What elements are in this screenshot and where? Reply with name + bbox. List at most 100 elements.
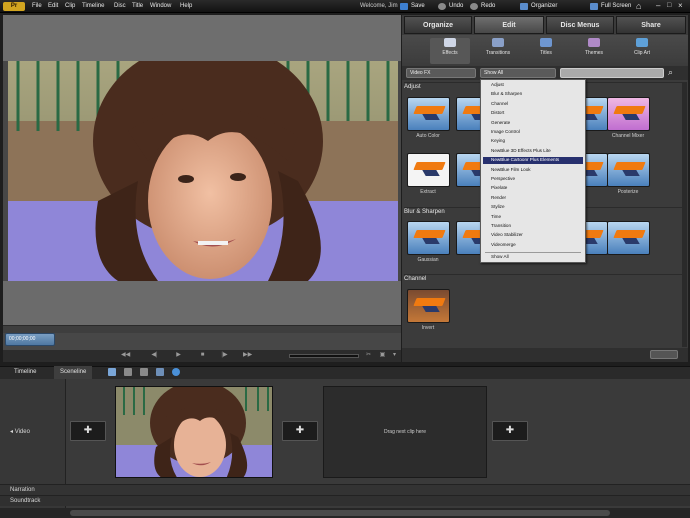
sceneline-scrollbar[interactable]	[0, 508, 690, 518]
effect-category-select[interactable]: Show All	[480, 68, 556, 78]
track-label-soundtrack: Soundtrack	[10, 498, 41, 504]
effect-thumb-posterize[interactable]	[607, 153, 650, 187]
subtab-effects[interactable]: Effects	[430, 38, 470, 64]
tab-edit[interactable]: Edit	[474, 16, 544, 34]
menu-clip[interactable]: Clip	[63, 1, 77, 12]
effect-thumb-channel-mixer[interactable]	[607, 97, 650, 131]
menu-help[interactable]: Help	[178, 1, 194, 12]
add-marker-icon[interactable]	[124, 368, 132, 376]
dropdown-item[interactable]: Keying	[483, 138, 583, 145]
category-channel[interactable]: Channel	[404, 274, 686, 283]
smartmix-icon[interactable]	[172, 368, 180, 376]
step-back-icon[interactable]: ◀|	[151, 352, 158, 359]
video-frame-image	[8, 61, 398, 281]
video-preview[interactable]	[8, 61, 398, 281]
themes-icon	[588, 38, 600, 47]
close-icon[interactable]: ×	[678, 1, 686, 11]
add-clip-button[interactable]: ✚	[492, 421, 528, 441]
properties-icon[interactable]	[108, 368, 116, 376]
home-icon[interactable]: ⌂	[636, 1, 646, 11]
dropdown-item[interactable]: Stylize	[483, 204, 583, 211]
subtab-transitions[interactable]: Transitions	[478, 38, 518, 64]
menu-disc[interactable]: Disc	[112, 1, 128, 12]
search-input[interactable]	[560, 68, 664, 78]
rewind-icon[interactable]: ◀◀	[121, 352, 130, 359]
dropdown-item[interactable]: Videomerge	[483, 242, 583, 249]
dropdown-item[interactable]: Blur & Sharpen	[483, 91, 583, 98]
menu-window[interactable]: Window	[148, 1, 173, 12]
dropdown-item[interactable]: Show All	[483, 254, 583, 261]
effect-label-gaussian: Gaussian	[417, 257, 439, 263]
step-forward-icon[interactable]: |▶	[221, 352, 228, 359]
dropdown-item[interactable]: Transition	[483, 223, 583, 230]
dropdown-item[interactable]: Image Control	[483, 129, 583, 136]
scrollbar-thumb[interactable]	[70, 510, 610, 516]
monitor-options-icon[interactable]: ▾	[391, 352, 398, 359]
category-dropdown-menu[interactable]: Adjust Blur & Sharpen Channel Distort Genera…	[480, 79, 586, 263]
narration-mic-icon[interactable]	[156, 368, 164, 376]
dropdown-item[interactable]: Time	[483, 214, 583, 221]
effect-thumb-gaussian[interactable]	[407, 221, 450, 255]
minimize-icon[interactable]: –	[656, 1, 664, 11]
fast-forward-icon[interactable]: ▶▶	[243, 352, 252, 359]
add-clip-button[interactable]: ✚	[282, 421, 318, 441]
tab-sceneline[interactable]: Sceneline	[54, 366, 93, 379]
effect-type-select[interactable]: Video FX	[406, 68, 476, 78]
effect-thumb-auto-color[interactable]	[407, 97, 450, 131]
dropdown-item[interactable]: Pixelate	[483, 185, 583, 192]
menu-timeline[interactable]: Timeline	[80, 1, 106, 12]
add-clip-button[interactable]: ✚	[70, 421, 106, 441]
effect-label-channel-mixer: Channel Mixer	[611, 133, 645, 139]
current-time-indicator[interactable]: 00;00;00;00	[5, 333, 55, 346]
dropdown-item[interactable]: Video Stabilizer	[483, 232, 583, 239]
effect-thumb-invert[interactable]	[407, 289, 450, 323]
tab-timeline[interactable]: Timeline	[8, 366, 42, 379]
narration-track[interactable]: Narration	[0, 484, 690, 495]
effect-thumb[interactable]	[607, 221, 650, 255]
fullscreen-button[interactable]: Full Screen	[590, 1, 633, 12]
dropdown-item[interactable]: NewBlue Cartoonr Plus Elements	[483, 157, 583, 164]
dropdown-item[interactable]: Generate	[483, 120, 583, 127]
dropdown-item[interactable]: Perspective	[483, 176, 583, 183]
dropdown-separator	[485, 252, 581, 254]
monitor-scrubber[interactable]	[3, 325, 401, 333]
redo-icon	[470, 3, 478, 10]
organizer-icon	[520, 3, 528, 10]
welcome-text: Welcome, Jim	[360, 3, 398, 9]
soundtrack-track[interactable]: Soundtrack	[0, 495, 690, 506]
search-icon[interactable]: ⌕	[668, 67, 678, 78]
subtab-themes[interactable]: Themes	[574, 38, 614, 64]
drop-clip-zone[interactable]: Drag next clip here	[323, 386, 487, 478]
menu-title[interactable]: Title	[130, 1, 145, 12]
effect-thumb-extract[interactable]	[407, 153, 450, 187]
maximize-icon[interactable]: □	[667, 1, 675, 11]
dropdown-item[interactable]: NewBlue 3D Effects Plus Lite	[483, 148, 583, 155]
redo-button[interactable]: Redo	[470, 1, 497, 12]
dropdown-item[interactable]: Render	[483, 195, 583, 202]
save-button[interactable]: Save	[400, 1, 427, 12]
dropdown-item[interactable]: Adjust	[483, 82, 583, 89]
audio-mixer-icon[interactable]	[140, 368, 148, 376]
menu-edit[interactable]: Edit	[46, 1, 60, 12]
tab-share[interactable]: Share	[616, 16, 686, 34]
subtab-clip-art[interactable]: Clip Art	[622, 38, 662, 64]
dropdown-item[interactable]: NewBlue Film Look	[483, 167, 583, 174]
tab-organize[interactable]: Organize	[404, 16, 472, 34]
stop-icon[interactable]: ■	[199, 352, 206, 359]
split-clip-icon[interactable]: ✂	[365, 352, 372, 359]
organizer-button[interactable]: Organizer	[520, 1, 559, 12]
scene-clip-1[interactable]	[115, 386, 273, 478]
menu-file[interactable]: File	[30, 1, 44, 12]
tab-disc-menus[interactable]: Disc Menus	[546, 16, 614, 34]
play-icon[interactable]: ▶	[175, 352, 182, 359]
apply-button[interactable]	[650, 350, 678, 359]
grab-frame-icon[interactable]: ▣	[379, 352, 386, 359]
effects-scrollbar[interactable]	[682, 82, 687, 347]
dropdown-item[interactable]: Distort	[483, 110, 583, 117]
dropdown-item[interactable]: Channel	[483, 101, 583, 108]
volume-slider[interactable]	[289, 354, 359, 358]
effect-label-extract: Extract	[420, 189, 436, 195]
undo-button[interactable]: Undo	[438, 1, 465, 12]
fullscreen-icon	[590, 3, 598, 10]
subtab-titles[interactable]: Titles	[526, 38, 566, 64]
